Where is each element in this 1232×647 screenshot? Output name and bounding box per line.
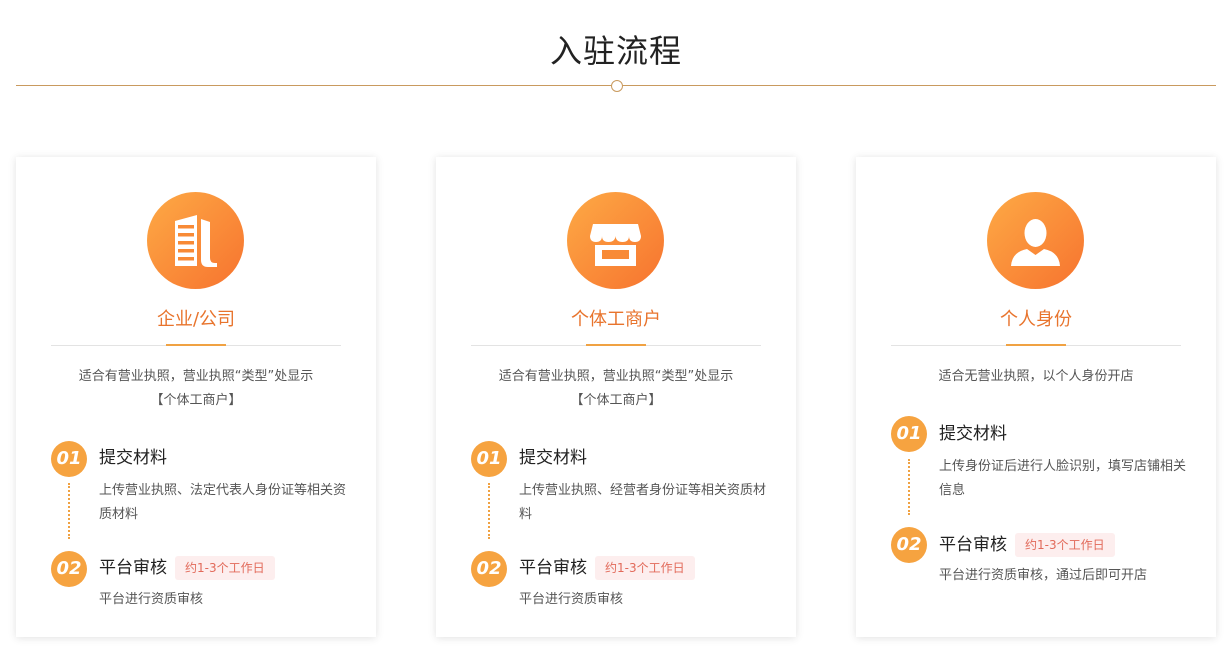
- step-title: 平台审核 约1-3个工作日: [99, 556, 275, 580]
- person-icon: [987, 192, 1084, 289]
- duration-badge: 约1-3个工作日: [1015, 533, 1115, 557]
- card-description-line: 适合有营业执照，营业执照“类型”处显示: [498, 369, 734, 384]
- title-divider-dot: [611, 80, 623, 92]
- card-title: 企业/公司: [156, 309, 236, 330]
- card-description-line: 【个体工商户】: [570, 393, 662, 408]
- step-title: 平台审核 约1-3个工作日: [939, 533, 1115, 557]
- step-description: 上传营业执照、经营者身份证等相关资质材料: [519, 483, 767, 522]
- card-divider-accent: [586, 344, 646, 346]
- card-enterprise[interactable]: 企业/公司 适合有营业执照，营业执照“类型”处显示 【个体工商户】 01 提交材…: [16, 157, 376, 637]
- step-connector: [488, 483, 490, 539]
- step-description: 平台进行资质审核: [519, 592, 624, 607]
- step-number-badge: 02: [51, 551, 87, 587]
- step-description: 平台进行资质审核: [99, 592, 204, 607]
- card-title: 个体工商户: [571, 309, 661, 330]
- page-title: 入驻流程: [549, 32, 682, 70]
- building-icon: [147, 192, 244, 289]
- step-title: 平台审核 约1-3个工作日: [519, 556, 695, 580]
- card-description-line: 适合无营业执照，以个人身份开店: [938, 369, 1134, 384]
- step-title: 提交材料: [939, 424, 1007, 444]
- card-description: 适合有营业执照，营业执照“类型”处显示 【个体工商户】: [56, 365, 336, 413]
- step-number-badge: 01: [891, 416, 927, 452]
- step-number-badge: 01: [51, 441, 87, 477]
- card-divider-accent: [166, 344, 226, 346]
- card-divider-accent: [1006, 344, 1066, 346]
- card-description: 适合无营业执照，以个人身份开店: [896, 365, 1176, 389]
- card-description-line: 适合有营业执照，营业执照“类型”处显示: [78, 369, 314, 384]
- card-description-line: 【个体工商户】: [150, 393, 242, 408]
- duration-badge: 约1-3个工作日: [595, 556, 695, 580]
- card-description: 适合有营业执照，营业执照“类型”处显示 【个体工商户】: [476, 365, 756, 413]
- step-connector: [68, 483, 70, 539]
- card-individual-business[interactable]: 个体工商户 适合有营业执照，营业执照“类型”处显示 【个体工商户】 01 提交材…: [436, 157, 796, 637]
- card-title: 个人身份: [1000, 309, 1072, 330]
- step-description: 上传营业执照、法定代表人身份证等相关资质材料: [99, 483, 347, 522]
- step-title-text: 平台审核: [939, 535, 1007, 555]
- step-description: 上传身份证后进行人脸识别，填写店铺相关信息: [939, 459, 1187, 498]
- card-personal[interactable]: 个人身份 适合无营业执照，以个人身份开店 01 提交材料 上传身份证后进行人脸识…: [856, 157, 1216, 637]
- step-title: 提交材料: [519, 448, 587, 468]
- step-number-badge: 02: [891, 527, 927, 563]
- storefront-icon: [567, 192, 664, 289]
- step-number-badge: 02: [471, 551, 507, 587]
- step-connector: [908, 459, 910, 515]
- step-title-text: 平台审核: [99, 558, 167, 578]
- step-number-badge: 01: [471, 441, 507, 477]
- step-title: 提交材料: [99, 448, 167, 468]
- step-title-text: 平台审核: [519, 558, 587, 578]
- duration-badge: 约1-3个工作日: [175, 556, 275, 580]
- step-description: 平台进行资质审核，通过后即可开店: [939, 568, 1148, 583]
